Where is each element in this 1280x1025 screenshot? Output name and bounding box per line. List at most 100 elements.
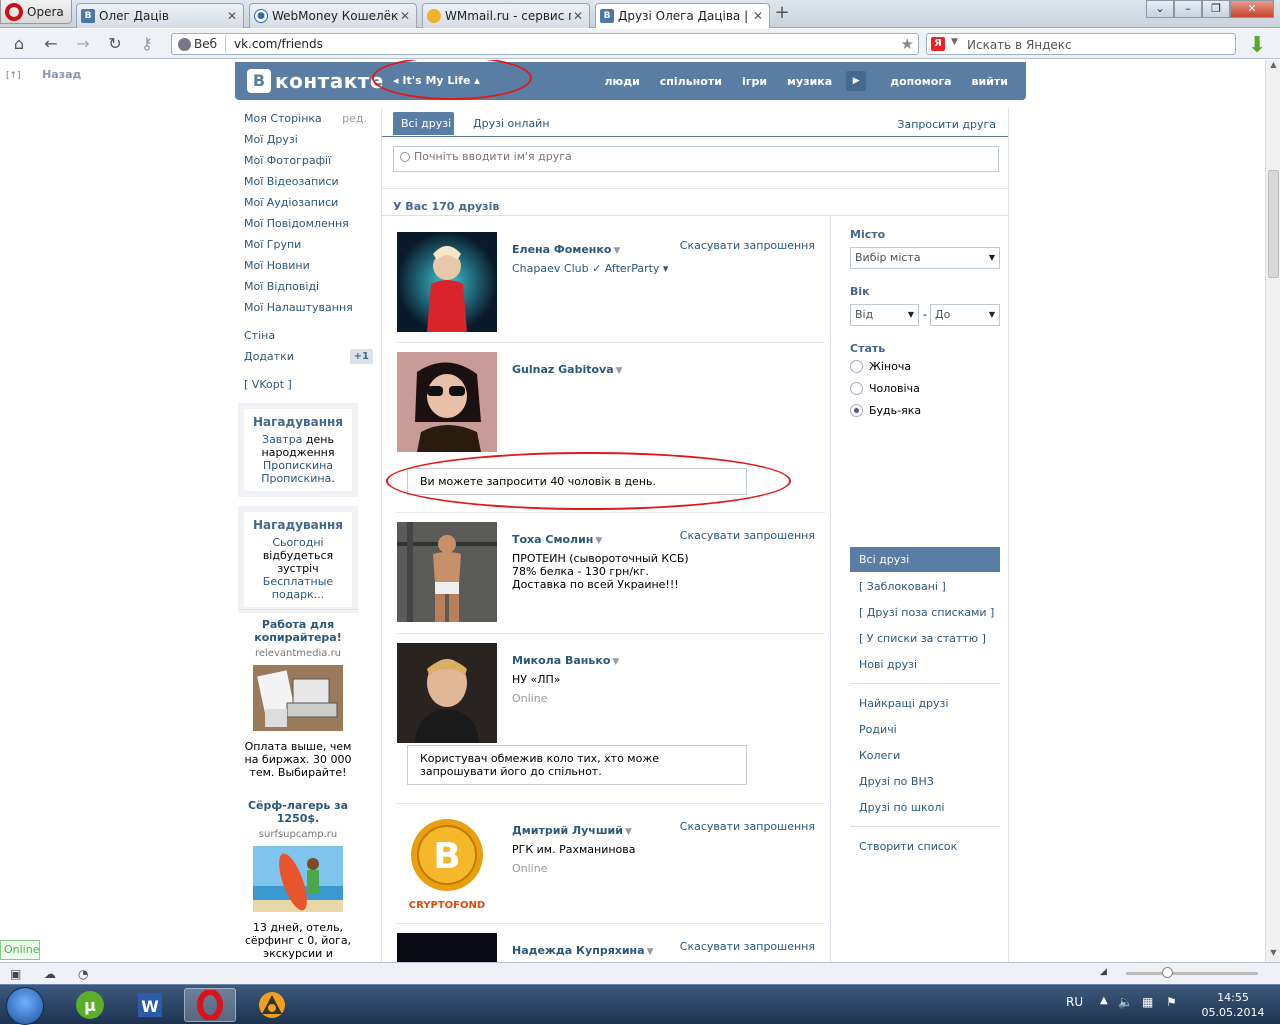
browser-tab-2[interactable]: ● WebMoney Кошелёк »... ✕	[249, 3, 417, 28]
search-field[interactable]: Я ▼ Искать в Яндекс	[926, 33, 1236, 55]
left-menu-messages[interactable]: Мої Повідомлення	[238, 213, 373, 234]
scroll-down-icon[interactable]: ▼	[1266, 948, 1280, 962]
sex-radio-female[interactable]: Жіноча	[850, 360, 911, 373]
play-triangle-icon[interactable]: ▶	[846, 71, 867, 91]
city-select[interactable]: Вибір міста ▼	[850, 247, 1000, 269]
left-menu-apps[interactable]: Додатки +1	[238, 346, 373, 367]
home-icon[interactable]: ⌂	[8, 34, 30, 54]
invite-friend-link[interactable]: Запросити друга	[897, 118, 996, 131]
language-indicator[interactable]: RU	[1066, 995, 1083, 1009]
browser-tab-1[interactable]: B Олег Дацiв ✕	[76, 3, 244, 28]
tab-close-icon[interactable]: ✕	[751, 9, 765, 23]
minimize-icon[interactable]: –	[1174, 0, 1202, 18]
friend-avatar[interactable]: B CRYPTOFOND	[397, 813, 497, 913]
tab-close-icon[interactable]: ✕	[571, 9, 585, 23]
friend-search-input[interactable]	[414, 150, 984, 163]
friend-name-link[interactable]: Дмитрий Лучший ▼	[512, 824, 632, 837]
top-menu-communities[interactable]: спільноти	[650, 75, 732, 88]
windows-start-icon[interactable]	[6, 987, 44, 1025]
window-close-icon[interactable]: ✕	[1230, 0, 1274, 18]
restore-icon[interactable]: ❐	[1202, 0, 1230, 18]
left-menu-my-page[interactable]: Моя Сторінка ред.	[238, 108, 373, 129]
left-menu-photos[interactable]: Мої Фотографії	[238, 150, 373, 171]
opera-menu-button[interactable]: Opera	[0, 0, 72, 24]
radio-button[interactable]	[850, 382, 863, 395]
radio-button-selected[interactable]	[850, 404, 863, 417]
network-icon[interactable]: ▦	[1142, 995, 1153, 1009]
back-arrow-icon[interactable]: ←	[40, 34, 62, 54]
page-scrollbar[interactable]: ▲ ▼	[1265, 60, 1280, 962]
left-menu-wall[interactable]: Стіна	[238, 325, 373, 346]
cancel-invite-link[interactable]: Скасувати запрошення	[680, 940, 815, 953]
left-menu-answers[interactable]: Мої Відповіді	[238, 276, 373, 297]
reminder-person-link[interactable]: Пропискина Пропискина	[261, 459, 333, 485]
cancel-invite-link[interactable]: Скасувати запрошення	[680, 239, 815, 252]
panel-toggle-icon[interactable]: ▣	[10, 967, 21, 981]
friend-name-link[interactable]: Елена Фоменко ▼	[512, 243, 620, 256]
tab-friends-online[interactable]: Друзі онлайн	[465, 112, 558, 135]
list-all-friends-selected[interactable]: Всі друзі	[850, 547, 1000, 572]
reminder-link[interactable]: Завтра	[262, 433, 302, 446]
ad-title[interactable]: Работа для копирайтера!	[238, 610, 358, 644]
friend-name-link[interactable]: Микола Ванько ▼	[512, 654, 619, 667]
web-prefix[interactable]: Веб	[174, 35, 226, 53]
ad-block-surf[interactable]: Сёрф-лагерь за 1250$. surfsupcamp.ru 13 …	[238, 791, 358, 962]
left-menu-videos[interactable]: Мої Відеозаписи	[238, 171, 373, 192]
key-icon[interactable]: ⚷	[136, 34, 158, 54]
left-menu-groups[interactable]: Мої Групи	[238, 234, 373, 255]
tab-close-icon[interactable]: ✕	[398, 9, 412, 23]
cancel-invite-link[interactable]: Скасувати запрошення	[680, 529, 815, 542]
list-school-friends[interactable]: Друзі по школі	[859, 801, 944, 814]
chevron-down-icon[interactable]: ▼	[595, 536, 602, 546]
chevron-down-icon[interactable]: ▼	[625, 827, 632, 837]
list-university-friends[interactable]: Друзі по ВНЗ	[859, 775, 934, 788]
bookmark-star-icon[interactable]: ★	[901, 35, 914, 53]
ad-block-copywriter[interactable]: Работа для копирайтера! relevantmedia.ru…	[238, 609, 358, 783]
top-menu-music[interactable]: музика	[777, 75, 842, 88]
tab-all-friends[interactable]: Всі друзі	[393, 112, 454, 135]
friend-avatar[interactable]	[397, 933, 497, 962]
friend-name-link[interactable]: Gulnaz Gabitova ▼	[512, 363, 623, 376]
browser-tab-4-active[interactable]: B Друзi Олега Дацiва | 1... ✕	[595, 3, 770, 28]
scrollbar-thumb[interactable]	[1268, 170, 1279, 278]
reminder-link[interactable]: Сьогодні	[272, 536, 323, 549]
friend-name-link[interactable]: Тоха Смолин ▼	[512, 533, 602, 546]
friend-info[interactable]: Chapaev Club ✓ AfterParty ▾	[512, 262, 702, 275]
create-list-link[interactable]: Створити список	[859, 840, 957, 853]
opera-taskbar-icon[interactable]	[184, 988, 236, 1022]
chevron-down-icon[interactable]: ▼	[951, 37, 958, 47]
action-center-icon[interactable]: ⚑	[1166, 995, 1177, 1009]
friend-avatar[interactable]	[397, 352, 497, 452]
tray-arrow-icon[interactable]: ▲	[1100, 995, 1108, 1006]
word-taskbar-icon[interactable]: W	[124, 988, 176, 1022]
zoom-out-icon[interactable]: ◢	[1100, 967, 1107, 977]
friend-avatar[interactable]	[397, 522, 497, 622]
reminder-event-link[interactable]: Бесплатные подарк...	[263, 575, 333, 601]
list-new-friends[interactable]: Нові друзі	[859, 658, 917, 671]
friend-name-link[interactable]: Надежда Купряхина ▼	[512, 944, 654, 957]
left-menu-settings[interactable]: Мої Налаштування	[238, 297, 373, 318]
speed-dial-icon[interactable]: ◔	[78, 967, 88, 981]
cloud-icon[interactable]: ☁	[44, 967, 56, 981]
age-from-select[interactable]: Від ▼	[850, 304, 919, 326]
ad-title[interactable]: Сёрф-лагерь за 1250$.	[238, 791, 358, 825]
chevron-down-icon[interactable]: ▼	[616, 366, 623, 376]
chevron-down-icon[interactable]: ▼	[612, 657, 619, 667]
chevron-down-icon[interactable]: ▼	[647, 947, 654, 957]
sex-radio-male[interactable]: Чоловіча	[850, 382, 920, 395]
left-menu-vkopt[interactable]: [ VKopt ]	[238, 374, 373, 395]
friend-avatar[interactable]	[397, 232, 497, 332]
back-link[interactable]: [↑] Назад	[6, 68, 81, 81]
top-menu-help[interactable]: допомога	[880, 75, 961, 88]
list-best-friends[interactable]: Найкращі друзі	[859, 697, 948, 710]
tab-close-icon[interactable]: ✕	[225, 9, 239, 23]
list-blocked[interactable]: [ Заблоковані ]	[859, 580, 946, 593]
left-menu-audio[interactable]: Мої Аудіозаписи	[238, 192, 373, 213]
vk-logo[interactable]: В контакте	[247, 69, 384, 93]
list-colleagues[interactable]: Колеги	[859, 749, 900, 762]
forward-arrow-icon[interactable]: →	[72, 34, 94, 54]
top-menu-logout[interactable]: вийти	[962, 75, 1018, 88]
new-tab-plus-icon[interactable]: +	[772, 4, 792, 24]
friend-avatar[interactable]	[397, 643, 497, 743]
age-to-select[interactable]: До ▼	[930, 304, 1000, 326]
